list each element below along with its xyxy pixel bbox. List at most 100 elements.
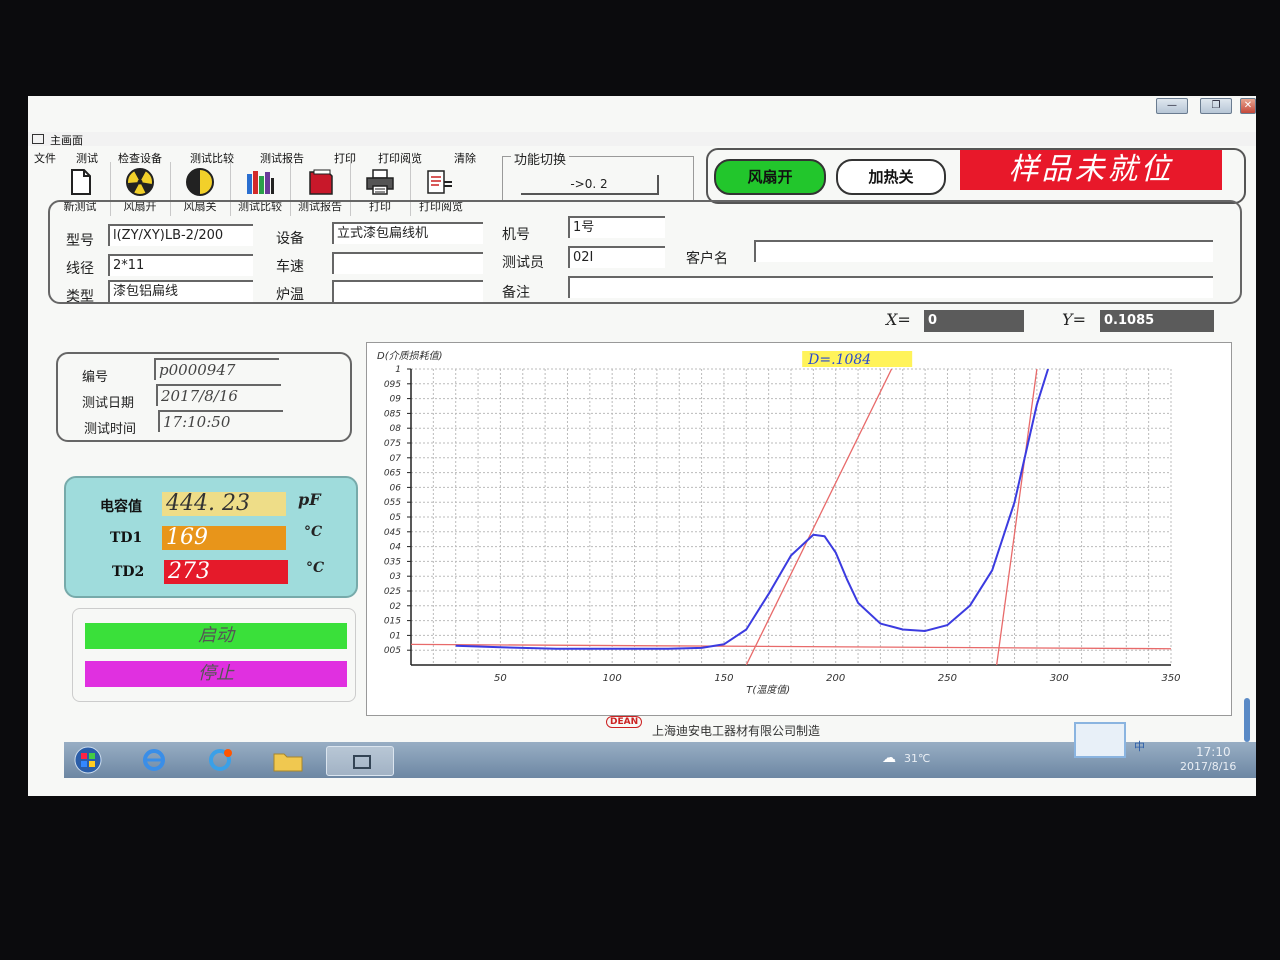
application-window: 主画面 — ❐ ✕ 文件 测试 检查设备 测试比较 测试报告 打印 打印阅览 清… [28, 96, 1256, 796]
app-icon [32, 134, 44, 144]
x-tick-label: 350 [1161, 673, 1180, 684]
internet-explorer-icon[interactable] [136, 746, 172, 774]
heat-status-indicator: 加热关 [836, 159, 946, 195]
new-document-icon [71, 169, 91, 195]
tray-weather: 31℃ [904, 752, 931, 765]
machine-label: 机号 [502, 227, 530, 243]
tray-time[interactable]: 17:10 [1196, 745, 1231, 759]
td1-unit: °C [304, 524, 323, 540]
dissipation-chart-panel: 1 095 09 085 08 075 07 065 06 055 05 045 04 035 03 025 0… [366, 342, 1232, 716]
active-app-tab[interactable] [326, 746, 394, 776]
function-switch-value[interactable]: ->0. 2 [521, 175, 659, 195]
furnace-field[interactable] [332, 280, 483, 302]
test-date-value: 2017/8/16 [156, 384, 281, 406]
y-tick-label: 05 [390, 513, 402, 523]
y-tick-label: 02 [390, 602, 402, 612]
y-tick-label: 09 [390, 395, 402, 405]
y-tick-label: 1 [395, 365, 401, 375]
language-bar-icon[interactable] [1074, 722, 1126, 758]
y-tick-label: 07 [390, 454, 402, 464]
type-field[interactable]: 漆包铝扁线 [108, 280, 253, 302]
folder-icon[interactable] [270, 746, 306, 774]
start-button-icon[interactable] [70, 746, 106, 774]
y-tick-label: 04 [390, 543, 402, 553]
y-axis-title: D(介质损耗值) [377, 350, 443, 362]
fan-on-icon [126, 168, 154, 196]
record-info-panel: 编号 p0000947 测试日期 2017/8/16 测试时间 17:10:50 [56, 352, 352, 442]
function-switch-group: 功能切换 ->0. 2 [502, 149, 694, 202]
books-icon [247, 171, 274, 194]
y-tick-label: 015 [384, 617, 401, 627]
x-tick-label: 300 [1050, 673, 1069, 684]
y-tick-label: 025 [384, 587, 401, 597]
dissipation-curve [455, 369, 1050, 650]
td1-label: TD1 [110, 530, 143, 546]
y-tick-label: 065 [384, 469, 401, 479]
print-preview-icon [427, 170, 452, 194]
model-label: 型号 [66, 233, 94, 249]
title-bar: 主画面 [28, 132, 1256, 147]
window-title: 主画面 [50, 134, 83, 147]
fan-off-icon [186, 168, 214, 196]
tray-cloud-icon[interactable]: ☁ [882, 750, 896, 766]
product-info-panel: 型号 l(ZY/XY)LB-2/200 线径 2*11 类型 漆包铝扁线 设备 … [48, 200, 1242, 305]
company-name: 上海迪安电工器材有限公司制造 [652, 724, 821, 738]
report-icon [309, 169, 333, 195]
capacitance-value: 444. 23 [162, 492, 286, 516]
manufacturer-footer: DEAN 上海迪安电工器材有限公司制造 [606, 716, 906, 740]
td2-unit: °C [306, 560, 325, 576]
y-tick-label: 08 [390, 424, 402, 434]
sample-status-banner: 样品未就位 [960, 150, 1222, 190]
x-tick-label: 250 [938, 673, 957, 684]
y-tick-label: 03 [390, 572, 402, 582]
annotation-label: D=.1084 [807, 352, 871, 368]
x-axis-title: T(温度值) [746, 684, 790, 696]
customer-field[interactable] [754, 240, 1213, 262]
tester-field[interactable]: 02I [568, 246, 665, 268]
stop-button[interactable]: 停止 [85, 661, 347, 687]
ime-indicator[interactable]: 中 [1134, 738, 1145, 754]
y-tick-label: 035 [384, 557, 401, 567]
model-field[interactable]: l(ZY/XY)LB-2/200 [108, 224, 253, 246]
capacitance-label: 电容值 [100, 499, 142, 515]
wire-field[interactable]: 2*11 [108, 254, 253, 276]
tray-date[interactable]: 2017/8/16 [1180, 760, 1236, 773]
scroll-thumb[interactable] [1244, 698, 1250, 742]
record-id-label: 编号 [82, 370, 109, 385]
speed-field[interactable] [332, 252, 483, 274]
y-tick-label: 095 [384, 380, 401, 390]
control-panel: 启动 停止 [72, 608, 356, 702]
note-label: 备注 [502, 285, 530, 301]
y-readout-label: Y= [1062, 310, 1086, 329]
close-button[interactable]: ✕ [1240, 98, 1256, 114]
type-label: 类型 [66, 289, 94, 305]
printer-icon [366, 169, 394, 195]
y-tick-label: 085 [384, 409, 401, 419]
app-window-icon [353, 755, 371, 769]
td1-value: 169 [162, 526, 286, 550]
browser-icon[interactable] [202, 746, 238, 774]
customer-label: 客户名 [686, 251, 728, 267]
machine-field[interactable]: 1号 [568, 216, 665, 238]
y-tick-label: 01 [390, 631, 401, 641]
x-tick-label: 50 [494, 673, 507, 684]
x-tick-label: 100 [603, 673, 622, 684]
start-button[interactable]: 启动 [85, 623, 347, 649]
speed-label: 车速 [276, 259, 304, 275]
y-tick-label: 045 [384, 528, 401, 538]
x-tick-label: 200 [826, 673, 845, 684]
x-tick-label: 150 [714, 673, 733, 684]
equipment-label: 设备 [276, 231, 304, 247]
x-readout-label: X= [886, 310, 911, 329]
restore-button[interactable]: ❐ [1200, 98, 1232, 114]
minimize-button[interactable]: — [1156, 98, 1188, 114]
test-time-label: 测试时间 [84, 422, 137, 437]
wire-label: 线径 [66, 261, 94, 277]
fan-status-indicator: 风扇开 [714, 159, 826, 195]
status-panel: 风扇开 加热关 样品未就位 [706, 148, 1246, 204]
note-field[interactable] [568, 276, 1213, 298]
dissipation-chart: 1095090850807507065060550504504035030250… [377, 350, 1181, 696]
y-tick-label: 055 [384, 498, 401, 508]
x-readout-value: 0 [924, 310, 1024, 332]
equipment-field[interactable]: 立式漆包扁线机 [332, 222, 483, 244]
